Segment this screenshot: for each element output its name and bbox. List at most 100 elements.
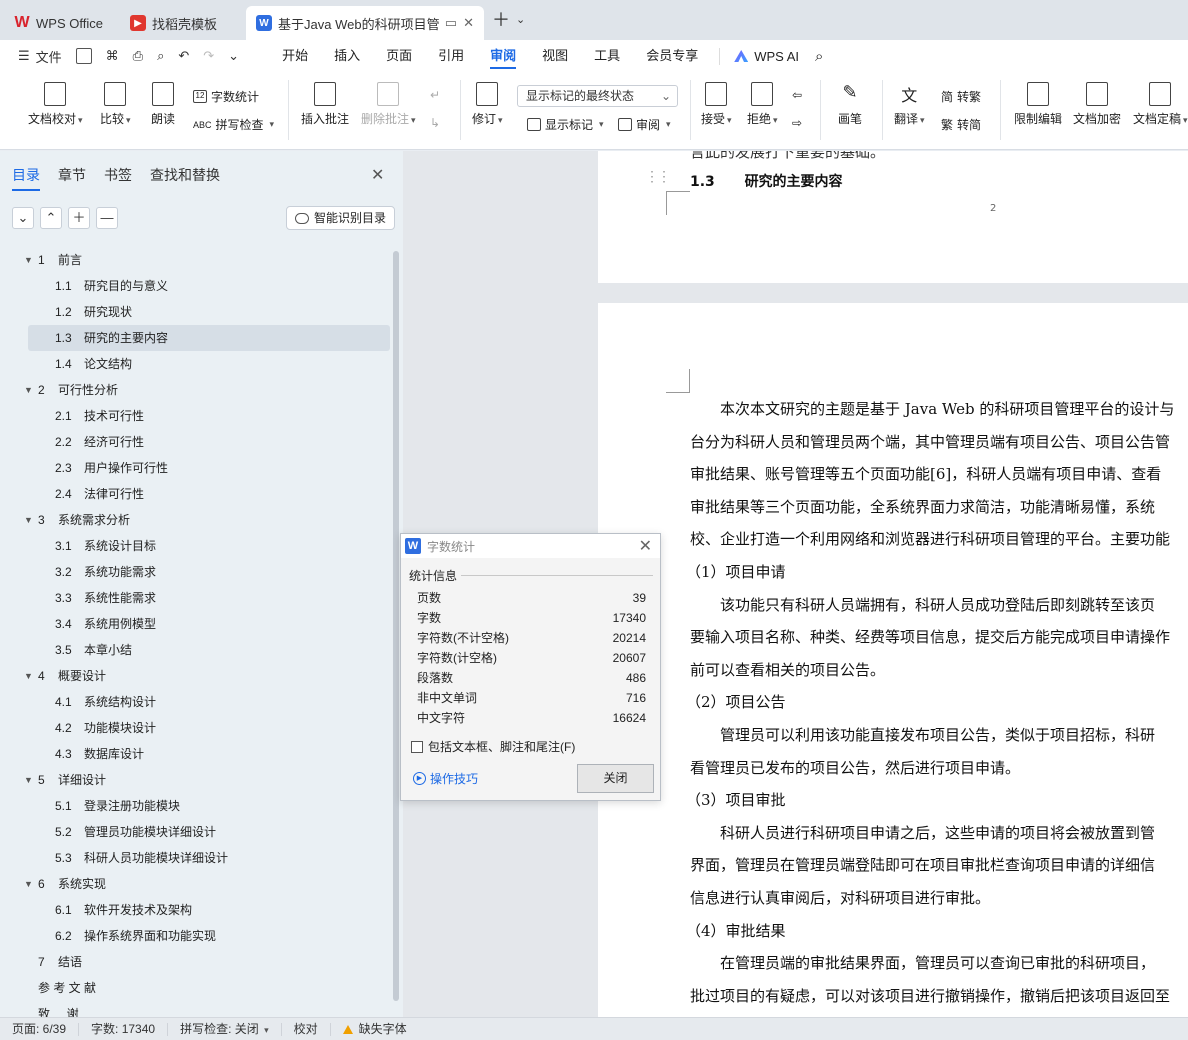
toc-item[interactable]: 5.1 登录注册功能模块 bbox=[0, 793, 392, 819]
toc-item[interactable]: 5.3 科研人员功能模块详细设计 bbox=[0, 845, 392, 871]
to-traditional-button[interactable]: 简 转繁 bbox=[941, 88, 981, 105]
close-icon[interactable]: ✕ bbox=[639, 536, 652, 556]
file-menu[interactable]: 文件 bbox=[36, 47, 62, 66]
expand-triangle-icon[interactable]: ▼ bbox=[24, 663, 33, 689]
read-aloud-button[interactable]: 朗读 bbox=[151, 82, 175, 127]
tab-tools[interactable]: 工具 bbox=[581, 40, 633, 72]
drag-handle-icon[interactable]: ⋮⋮ bbox=[645, 169, 671, 185]
dialog-titlebar[interactable]: W 字数统计 bbox=[401, 534, 660, 558]
toc-item[interactable]: ▼ 2 可行性分析 bbox=[0, 377, 392, 403]
toc-item[interactable]: 6.1 软件开发技术及架构 bbox=[0, 897, 392, 923]
toc-item[interactable]: ▼ 6 系统实现 bbox=[0, 871, 392, 897]
tab-current-document[interactable]: W 基于Java Web的科研项目管理 ▭ ✕ bbox=[246, 6, 484, 40]
next-change-icon[interactable]: ⇨ bbox=[792, 116, 802, 130]
status-proofread[interactable]: 校对 bbox=[282, 1022, 331, 1036]
compare-button[interactable]: 比较 ▾ bbox=[100, 82, 131, 127]
collapse-down-icon[interactable]: ⌄ bbox=[12, 207, 34, 229]
tips-link[interactable]: ▶ 操作技巧 bbox=[413, 770, 478, 787]
toc-item[interactable]: 7 结语 bbox=[0, 949, 392, 975]
link-icon[interactable]: ⌘ bbox=[106, 48, 119, 64]
delete-comment-button[interactable]: 删除批注 ▾ bbox=[361, 82, 416, 127]
restrict-edit-button[interactable]: 限制编辑 bbox=[1014, 82, 1062, 127]
expand-triangle-icon[interactable]: ▼ bbox=[24, 507, 33, 533]
section-heading[interactable]: 1.3 研究的主要内容 bbox=[690, 171, 843, 191]
toc-item[interactable]: 5.2 管理员功能模块详细设计 bbox=[0, 819, 392, 845]
collapse-up-icon[interactable]: ⌃ bbox=[40, 207, 62, 229]
redo-icon[interactable]: ↷ bbox=[203, 48, 214, 64]
toc-item[interactable]: 1.2 研究现状 bbox=[0, 299, 392, 325]
toc-scrollbar[interactable] bbox=[393, 251, 399, 1001]
tab-member[interactable]: 会员专享 bbox=[633, 40, 711, 72]
prev-change-icon[interactable]: ⇦ bbox=[792, 88, 802, 102]
tab-wps-office[interactable]: W WPS Office bbox=[4, 6, 116, 40]
insert-comment-button[interactable]: 插入批注 bbox=[301, 82, 349, 127]
next-comment-icon[interactable]: ↳ bbox=[430, 116, 440, 130]
print-icon[interactable]: ⎙ bbox=[133, 48, 143, 64]
show-markup-button[interactable]: 显示标记 ▾ bbox=[527, 116, 604, 133]
expand-triangle-icon[interactable]: ▼ bbox=[24, 871, 33, 897]
toc-item[interactable]: 参 考 文 献 bbox=[0, 975, 392, 1001]
word-count-button[interactable]: 12 字数统计 bbox=[193, 88, 259, 105]
undo-icon[interactable]: ↶ bbox=[178, 48, 189, 64]
toc-item[interactable]: 3.4 系统用例模型 bbox=[0, 611, 392, 637]
expand-triangle-icon[interactable]: ▼ bbox=[24, 377, 33, 403]
new-tab-button[interactable]: ＋ ⌄ bbox=[492, 6, 525, 32]
expand-triangle-icon[interactable]: ▼ bbox=[24, 767, 33, 793]
to-simplified-button[interactable]: 繁 转简 bbox=[941, 116, 981, 133]
smart-toc-button[interactable]: 智能识别目录 bbox=[286, 206, 396, 230]
status-spell-check[interactable]: 拼写检查: 关闭 ▾ bbox=[168, 1022, 282, 1036]
toc-item[interactable]: ▼ 1 前言 bbox=[0, 247, 392, 273]
window-icon[interactable]: ▭ bbox=[445, 15, 457, 31]
tab-reference[interactable]: 引用 bbox=[425, 40, 477, 72]
tab-review[interactable]: 审阅 bbox=[477, 40, 529, 72]
toc-item[interactable]: 3.3 系统性能需求 bbox=[0, 585, 392, 611]
toc-item[interactable]: 6.2 操作系统界面和功能实现 bbox=[0, 923, 392, 949]
tab-view[interactable]: 视图 bbox=[529, 40, 581, 72]
status-word-count[interactable]: 字数: 17340 bbox=[79, 1022, 169, 1036]
status-page[interactable]: 页面: 6/39 bbox=[0, 1022, 80, 1036]
add-heading-icon[interactable]: ＋ bbox=[68, 207, 90, 229]
nav-tab-toc[interactable]: 目录 bbox=[12, 165, 40, 191]
tab-page[interactable]: 页面 bbox=[373, 40, 425, 72]
toc-item[interactable]: 1.3 研究的主要内容 bbox=[28, 325, 390, 351]
toc-item[interactable]: ▼ 4 概要设计 bbox=[0, 663, 392, 689]
toc-item[interactable]: ▼ 5 详细设计 bbox=[0, 767, 392, 793]
toc-item[interactable]: 2.3 用户操作可行性 bbox=[0, 455, 392, 481]
more-chevron-icon[interactable]: ⌄ bbox=[228, 48, 239, 64]
print-preview-icon[interactable]: ⌕ bbox=[157, 48, 164, 64]
encrypt-button[interactable]: 文档加密 bbox=[1073, 82, 1121, 127]
toc-item[interactable]: 2.2 经济可行性 bbox=[0, 429, 392, 455]
toc-item[interactable]: 4.2 功能模块设计 bbox=[0, 715, 392, 741]
toc-item[interactable]: 1.4 论文结构 bbox=[0, 351, 392, 377]
accept-button[interactable]: 接受 ▾ bbox=[701, 82, 732, 127]
remove-heading-icon[interactable]: — bbox=[96, 207, 118, 229]
spell-check-button[interactable]: ABC 拼写检查 ▾ bbox=[193, 116, 274, 133]
tab-start[interactable]: 开始 bbox=[269, 40, 321, 72]
close-tab-icon[interactable]: ✕ bbox=[463, 15, 474, 31]
tab-insert[interactable]: 插入 bbox=[321, 40, 373, 72]
proofread-button[interactable]: 文档校对 ▾ bbox=[28, 82, 83, 127]
nav-tab-find-replace[interactable]: 查找和替换 bbox=[150, 165, 220, 185]
markup-state-select[interactable]: 显示标记的最终状态 ⌄ bbox=[517, 85, 678, 107]
translate-button[interactable]: 文 翻译 ▾ bbox=[894, 82, 925, 127]
include-textbox-checkbox[interactable]: 包括文本框、脚注和尾注(F) bbox=[411, 738, 575, 755]
checkbox-box[interactable] bbox=[411, 740, 423, 753]
revise-button[interactable]: 修订 ▾ bbox=[472, 82, 503, 127]
toc-item[interactable]: 3.1 系统设计目标 bbox=[0, 533, 392, 559]
nav-tab-bookmarks[interactable]: 书签 bbox=[104, 165, 132, 185]
wps-ai-button[interactable]: WPS AI ⌕ bbox=[719, 47, 823, 65]
save-icon[interactable] bbox=[75, 48, 92, 64]
status-missing-font[interactable]: 缺失字体 bbox=[331, 1022, 419, 1036]
expand-triangle-icon[interactable]: ▼ bbox=[24, 247, 33, 273]
toc-item[interactable]: 3.2 系统功能需求 bbox=[0, 559, 392, 585]
review-pane-button[interactable]: 审阅 ▾ bbox=[618, 116, 671, 133]
toc-item[interactable]: ▼ 3 系统需求分析 bbox=[0, 507, 392, 533]
reject-button[interactable]: 拒绝 ▾ bbox=[747, 82, 778, 127]
close-button[interactable]: 关闭 bbox=[577, 764, 654, 793]
close-pane-icon[interactable]: ✕ bbox=[371, 165, 384, 185]
chevron-down-icon[interactable]: ⌄ bbox=[516, 13, 525, 26]
toc-item[interactable]: 4.1 系统结构设计 bbox=[0, 689, 392, 715]
toc-item[interactable]: 2.4 法律可行性 bbox=[0, 481, 392, 507]
toc-item[interactable]: 4.3 数据库设计 bbox=[0, 741, 392, 767]
tab-docer-templates[interactable]: ▶ 找稻壳模板 bbox=[120, 6, 242, 40]
